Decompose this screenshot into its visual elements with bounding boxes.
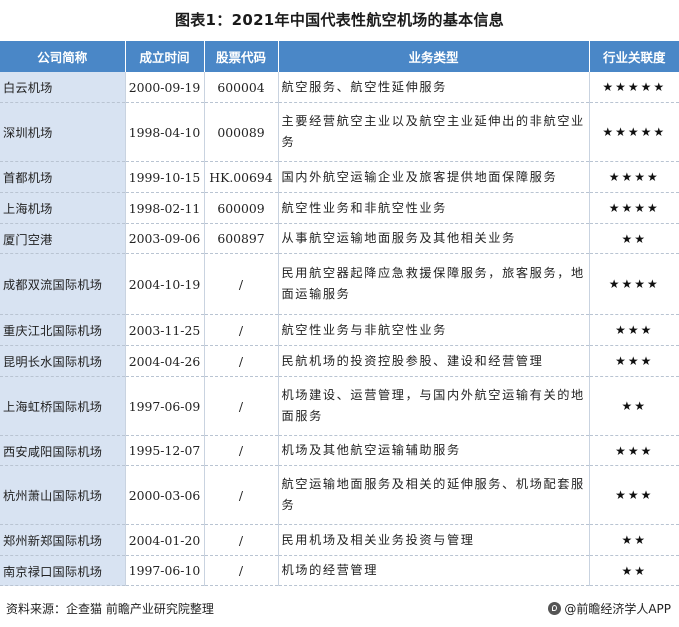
stock-code: / — [204, 465, 279, 525]
table-row: 深圳机场 1998-04-10 000089 主要经营航空主业以及航空主业延伸出… — [0, 102, 679, 162]
table-row: 上海虹桥国际机场 1997-06-09 / 机场建设、运营管理，与国内外航空运输… — [0, 376, 679, 436]
founded-date: 1997-06-09 — [125, 376, 205, 436]
business-type: 从事航空运输地面服务及其他相关业务 — [278, 223, 590, 254]
stock-code: HK.00694 — [204, 161, 279, 193]
business-type: 航空性业务与非航空性业务 — [278, 314, 590, 346]
relevance-stars: ★★ — [589, 376, 679, 436]
business-type: 航空性业务和非航空性业务 — [278, 192, 590, 224]
stock-code: / — [204, 345, 279, 377]
relevance-stars: ★★★★ — [589, 192, 679, 224]
business-type: 航空服务、航空性延伸服务 — [278, 72, 590, 103]
relevance-stars: ★★★ — [589, 345, 679, 377]
stock-code: 600897 — [204, 223, 279, 254]
table-row: 昆明长水国际机场 2004-04-26 / 民航机场的投资控股参股、建设和经营管… — [0, 345, 679, 377]
relevance-stars: ★★ — [589, 223, 679, 254]
chart-title: 图表1：2021年中国代表性航空机场的基本信息 — [174, 11, 505, 29]
table-row: 厦门空港 2003-09-06 600897 从事航空运输地面服务及其他相关业务… — [0, 223, 679, 254]
table-row: 成都双流国际机场 2004-10-19 / 民用航空器起降应急救援保障服务，旅客… — [0, 253, 679, 315]
relevance-stars: ★★ — [589, 524, 679, 556]
company-name: 成都双流国际机场 — [0, 253, 126, 315]
stock-code: 000089 — [204, 102, 279, 162]
business-type: 民用航空器起降应急救援保障服务，旅客服务，地面运输服务 — [278, 253, 590, 315]
brand-logo-icon — [548, 602, 562, 615]
table-header-row: 公司简称 成立时间 股票代码 业务类型 行业关联度 — [0, 41, 679, 72]
business-type: 民用机场及相关业务投资与管理 — [278, 524, 590, 556]
table-row: 白云机场 2000-09-19 600004 航空服务、航空性延伸服务 ★★★★… — [0, 72, 679, 103]
stock-code: / — [204, 555, 279, 586]
relevance-stars: ★★★ — [589, 465, 679, 525]
table-row: 重庆江北国际机场 2003-11-25 / 航空性业务与非航空性业务 ★★★ — [0, 314, 679, 346]
business-type: 民航机场的投资控股参股、建设和经营管理 — [278, 345, 590, 377]
stock-code: / — [204, 376, 279, 436]
relevance-stars: ★★ — [589, 555, 679, 586]
brand-credit: @前瞻经济学人APP — [548, 600, 671, 617]
business-type: 航空运输地面服务及相关的延伸服务、机场配套服务 — [278, 465, 590, 525]
business-type: 主要经营航空主业以及航空主业延伸出的非航空业务 — [278, 102, 590, 162]
company-name: 首都机场 — [0, 161, 126, 193]
table-row: 西安咸阳国际机场 1995-12-07 / 机场及其他航空运输辅助服务 ★★★ — [0, 435, 679, 466]
header-stock-code: 股票代码 — [204, 41, 279, 72]
relevance-stars: ★★★★ — [589, 161, 679, 193]
table-row: 首都机场 1999-10-15 HK.00694 国内外航空运输企业及旅客提供地… — [0, 161, 679, 193]
company-name: 杭州萧山国际机场 — [0, 465, 126, 525]
stock-code: / — [204, 253, 279, 315]
founded-date: 2004-04-26 — [125, 345, 205, 377]
company-name: 厦门空港 — [0, 223, 126, 254]
table-row: 上海机场 1998-02-11 600009 航空性业务和非航空性业务 ★★★★ — [0, 192, 679, 224]
founded-date: 1999-10-15 — [125, 161, 205, 193]
header-business: 业务类型 — [278, 41, 590, 72]
table-row: 杭州萧山国际机场 2000-03-06 / 航空运输地面服务及相关的延伸服务、机… — [0, 465, 679, 525]
business-type: 机场的经营管理 — [278, 555, 590, 586]
relevance-stars: ★★★ — [589, 435, 679, 466]
stock-code: / — [204, 524, 279, 556]
header-company: 公司简称 — [0, 41, 126, 72]
business-type: 国内外航空运输企业及旅客提供地面保障服务 — [278, 161, 590, 193]
founded-date: 1998-04-10 — [125, 102, 205, 162]
company-name: 上海虹桥国际机场 — [0, 376, 126, 436]
company-name: 上海机场 — [0, 192, 126, 224]
founded-date: 2000-03-06 — [125, 465, 205, 525]
stock-code: / — [204, 314, 279, 346]
airport-info-table: 公司简称 成立时间 股票代码 业务类型 行业关联度 白云机场 2000-09-1… — [0, 41, 679, 586]
header-founded: 成立时间 — [125, 41, 205, 72]
table-row: 郑州新郑国际机场 2004-01-20 / 民用机场及相关业务投资与管理 ★★ — [0, 524, 679, 556]
founded-date: 2000-09-19 — [125, 72, 205, 103]
company-name: 昆明长水国际机场 — [0, 345, 126, 377]
business-type: 机场建设、运营管理，与国内外航空运输有关的地面服务 — [278, 376, 590, 436]
brand-credit-text: @前瞻经济学人APP — [564, 602, 671, 616]
founded-date: 2004-01-20 — [125, 524, 205, 556]
company-name: 西安咸阳国际机场 — [0, 435, 126, 466]
founded-date: 2003-09-06 — [125, 223, 205, 254]
stock-code: 600009 — [204, 192, 279, 224]
table-row: 南京禄口国际机场 1997-06-10 / 机场的经营管理 ★★ — [0, 555, 679, 586]
founded-date: 1995-12-07 — [125, 435, 205, 466]
header-relevance: 行业关联度 — [589, 41, 679, 72]
relevance-stars: ★★★★ — [589, 253, 679, 315]
business-type: 机场及其他航空运输辅助服务 — [278, 435, 590, 466]
relevance-stars: ★★★ — [589, 314, 679, 346]
company-name: 郑州新郑国际机场 — [0, 524, 126, 556]
relevance-stars: ★★★★★ — [589, 102, 679, 162]
company-name: 白云机场 — [0, 72, 126, 103]
source-note: 资料来源：企查猫 前瞻产业研究院整理 — [6, 602, 214, 616]
founded-date: 2003-11-25 — [125, 314, 205, 346]
stock-code: 600004 — [204, 72, 279, 103]
stock-code: / — [204, 435, 279, 466]
founded-date: 2004-10-19 — [125, 253, 205, 315]
relevance-stars: ★★★★★ — [589, 72, 679, 103]
founded-date: 1997-06-10 — [125, 555, 205, 586]
company-name: 南京禄口国际机场 — [0, 555, 126, 586]
company-name: 重庆江北国际机场 — [0, 314, 126, 346]
founded-date: 1998-02-11 — [125, 192, 205, 224]
company-name: 深圳机场 — [0, 102, 126, 162]
